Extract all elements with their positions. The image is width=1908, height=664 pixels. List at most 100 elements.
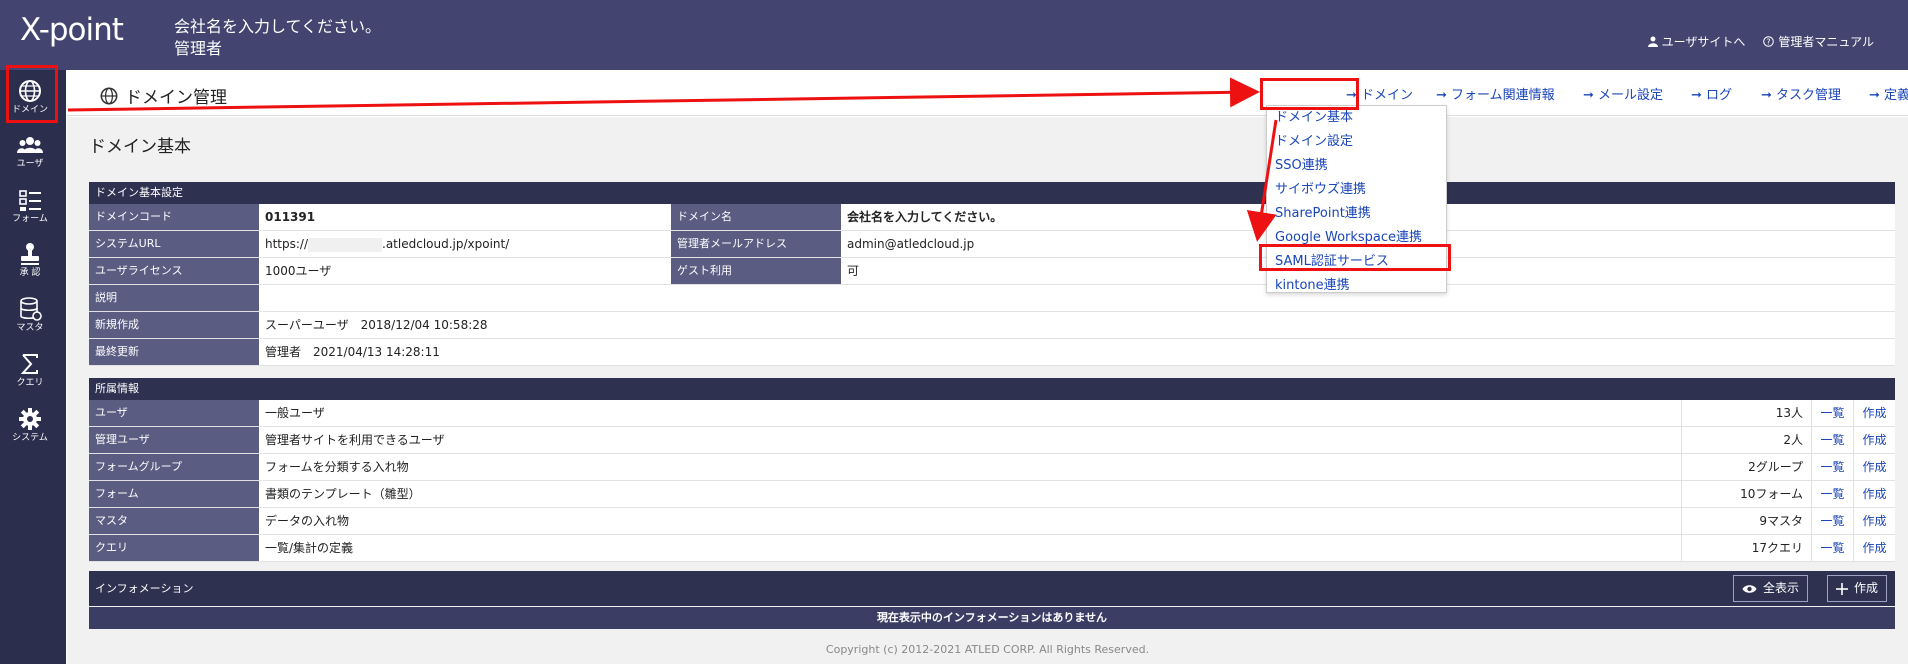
information-heading: インフォメーション bbox=[95, 582, 194, 595]
affiliation-desc: 一般ユーザ bbox=[265, 406, 325, 420]
affiliation-count: 13人 bbox=[1681, 400, 1811, 426]
highlight-saml bbox=[1259, 244, 1451, 271]
sidebar-item-system[interactable]: システム bbox=[0, 402, 60, 454]
create-link[interactable]: 作成 bbox=[1853, 454, 1895, 480]
list-link[interactable]: 一覧 bbox=[1811, 535, 1853, 561]
create-link[interactable]: 作成 bbox=[1853, 535, 1895, 561]
sidebar-item-users[interactable]: ユーザ bbox=[0, 128, 60, 180]
page-title-text: ドメイン管理 bbox=[125, 88, 227, 108]
affiliation-label: 管理ユーザ bbox=[89, 427, 259, 453]
affiliation-desc: 管理者サイトを利用できるユーザ bbox=[265, 433, 445, 447]
header-bar: X-point 会社名を入力してください。 管理者 ユーザサイトへ ? 管理者マ… bbox=[0, 0, 1908, 70]
menu-item-kintone[interactable]: kintone連携 bbox=[1275, 274, 1350, 293]
menu-item-domain-settings[interactable]: ドメイン設定 bbox=[1275, 130, 1353, 149]
menu-item-sharepoint[interactable]: SharePoint連携 bbox=[1275, 202, 1371, 221]
form-list-icon bbox=[19, 190, 41, 211]
table-row: フォーム 書類のテンプレート（雛型） 10フォーム 一覧 作成 bbox=[89, 481, 1895, 508]
guest-value: 可 bbox=[847, 264, 860, 278]
sidebar-item-master[interactable]: マスタ bbox=[0, 292, 60, 344]
affiliation-label: ユーザ bbox=[89, 400, 259, 426]
header-links: ユーザサイトへ ? 管理者マニュアル bbox=[1647, 33, 1874, 50]
nav-form-info[interactable]: ➞ フォーム関連情報 bbox=[1436, 84, 1555, 103]
table-row: クエリ 一覧/集計の定義 17クエリ 一覧 作成 bbox=[89, 535, 1895, 562]
domain-code-value: 011391 bbox=[265, 210, 316, 224]
menu-item-google-workspace[interactable]: Google Workspace連携 bbox=[1275, 226, 1422, 245]
nav-spec-output-label: 定義書出力 bbox=[1884, 88, 1908, 103]
show-all-button[interactable]: 全表示 bbox=[1733, 575, 1809, 602]
company-name: 会社名を入力してください。 bbox=[174, 17, 382, 36]
guest-label: ゲスト利用 bbox=[671, 258, 841, 284]
nav-task-label: タスク管理 bbox=[1776, 88, 1842, 103]
information-bar: インフォメーション 全表示 作成 bbox=[89, 571, 1895, 606]
list-link[interactable]: 一覧 bbox=[1811, 400, 1853, 426]
nav-log-label: ログ bbox=[1706, 88, 1733, 103]
system-url-label: システムURL bbox=[89, 231, 259, 257]
admin-email-label: 管理者メールアドレス bbox=[671, 231, 841, 257]
affiliation-label: フォームグループ bbox=[89, 454, 259, 480]
section-heading: ドメイン基本 bbox=[89, 137, 191, 157]
redacted-subdomain bbox=[308, 237, 383, 252]
main-content: ドメイン基本 ドメイン基本設定 ドメインコード 011391 ドメイン名 会社名… bbox=[67, 117, 1908, 664]
nav-log[interactable]: ➞ ログ bbox=[1691, 84, 1732, 103]
sidebar-item-forms[interactable]: フォーム bbox=[0, 183, 60, 235]
user-license-value: 1000ユーザ bbox=[265, 264, 332, 278]
nav-task[interactable]: ➞ タスク管理 bbox=[1761, 84, 1841, 103]
create-link[interactable]: 作成 bbox=[1853, 481, 1895, 507]
nav-spec-output[interactable]: ➞ 定義書出力 bbox=[1869, 84, 1908, 103]
menu-item-cybozu[interactable]: サイボウズ連携 bbox=[1275, 178, 1366, 197]
create-info-label: 作成 bbox=[1854, 581, 1879, 595]
sidebar: ドメイン ユーザ フォーム 承 認 マスタ クエリ システム bbox=[0, 70, 66, 664]
nav-mail-settings[interactable]: ➞ メール設定 bbox=[1583, 84, 1663, 103]
domain-name-value: 会社名を入力してください。 bbox=[847, 210, 1003, 224]
list-link[interactable]: 一覧 bbox=[1811, 454, 1853, 480]
sidebar-item-query[interactable]: クエリ bbox=[0, 347, 60, 399]
created-label: 新規作成 bbox=[89, 312, 259, 338]
affiliation-count: 2人 bbox=[1681, 427, 1811, 453]
sidebar-item-approval[interactable]: 承 認 bbox=[0, 237, 60, 289]
person-icon bbox=[1647, 36, 1658, 47]
role-label: 管理者 bbox=[174, 39, 223, 58]
users-icon bbox=[17, 137, 43, 153]
create-link[interactable]: 作成 bbox=[1853, 400, 1895, 426]
user-site-link[interactable]: ユーザサイトへ bbox=[1647, 33, 1745, 50]
menu-item-sso[interactable]: SSO連携 bbox=[1275, 154, 1328, 173]
system-url-value: https:// .atledcloud.jp/xpoint/ bbox=[259, 231, 671, 257]
manual-link[interactable]: ? 管理者マニュアル bbox=[1763, 33, 1874, 50]
affiliation-heading: 所属情報 bbox=[89, 378, 1895, 400]
affiliation-desc: 書類のテンプレート（雛型） bbox=[265, 487, 421, 501]
list-link[interactable]: 一覧 bbox=[1811, 481, 1853, 507]
affiliation-count: 10フォーム bbox=[1681, 481, 1811, 507]
list-link[interactable]: 一覧 bbox=[1811, 508, 1853, 534]
create-link[interactable]: 作成 bbox=[1853, 427, 1895, 453]
system-url-suffix: .atledcloud.jp/xpoint/ bbox=[382, 237, 510, 251]
manual-label: 管理者マニュアル bbox=[1778, 35, 1874, 49]
affiliation-count: 2グループ bbox=[1681, 454, 1811, 480]
copyright: Copyright (c) 2012-2021 ATLED CORP. All … bbox=[825, 643, 1150, 656]
nav-mail-settings-label: メール設定 bbox=[1598, 88, 1664, 103]
create-link[interactable]: 作成 bbox=[1853, 508, 1895, 534]
nav-form-info-label: フォーム関連情報 bbox=[1451, 88, 1555, 103]
list-link[interactable]: 一覧 bbox=[1811, 427, 1853, 453]
affiliation-desc: フォームを分類する入れ物 bbox=[265, 460, 409, 474]
admin-email-value: admin@atledcloud.jp bbox=[847, 237, 975, 251]
table-row: ドメインコード 011391 ドメイン名 会社名を入力してください。 bbox=[89, 204, 1895, 231]
eye-icon bbox=[1742, 584, 1757, 593]
create-info-button[interactable]: 作成 bbox=[1827, 575, 1888, 602]
database-icon bbox=[20, 297, 42, 321]
updated-value: 管理者 2021/04/13 14:28:11 bbox=[265, 345, 440, 359]
sidebar-label-forms: フォーム bbox=[12, 214, 48, 224]
sidebar-label-system: システム bbox=[12, 433, 48, 443]
xpoint-logo[interactable]: X-point bbox=[20, 12, 124, 48]
highlight-sidebar-domain bbox=[6, 65, 58, 123]
table-row: ユーザ 一般ユーザ 13人 一覧 作成 bbox=[89, 400, 1895, 427]
highlight-nav-domain bbox=[1260, 78, 1359, 110]
show-all-label: 全表示 bbox=[1763, 581, 1800, 595]
plus-icon bbox=[1836, 582, 1848, 595]
affiliation-count: 17クエリ bbox=[1681, 535, 1811, 561]
gear-icon bbox=[19, 408, 41, 430]
svg-text:?: ? bbox=[1767, 38, 1771, 47]
table-row: 管理ユーザ 管理者サイトを利用できるユーザ 2人 一覧 作成 bbox=[89, 427, 1895, 454]
table-row: 説明 bbox=[89, 285, 1895, 312]
updated-label: 最終更新 bbox=[89, 339, 259, 365]
table-row: ユーザライセンス 1000ユーザ ゲスト利用 可 bbox=[89, 258, 1895, 285]
